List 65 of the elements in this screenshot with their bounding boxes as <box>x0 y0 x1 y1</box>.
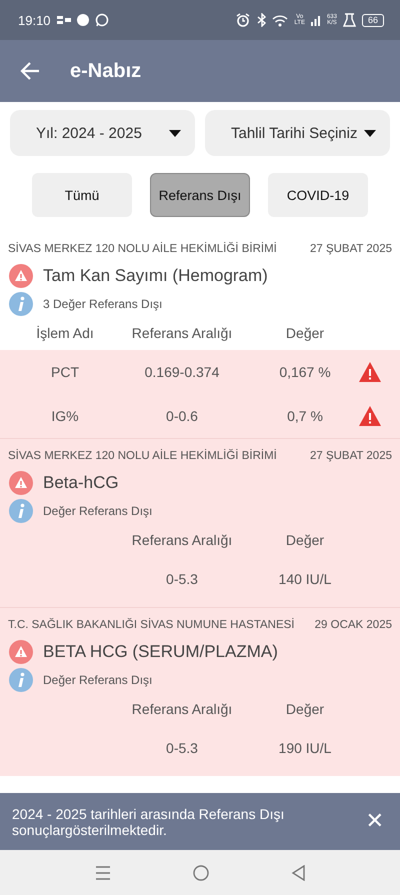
column-header: Referans Aralığı <box>130 701 234 717</box>
back-arrow-icon <box>20 61 40 81</box>
info-text: Değer Referans Dışı <box>43 673 152 687</box>
table-cell-text: 0-5.3 <box>165 740 199 756</box>
table-cell-text: IG% <box>50 408 80 424</box>
info-text: 3 Değer Referans Dışı <box>43 297 162 311</box>
table-cell-text: 190 IU/L <box>278 740 332 756</box>
table-cell-text: 0,7 % <box>286 408 324 424</box>
snackbar-message: 2024 - 2025 tarihleri arasında Referans Dışı sonuçlargösterilmektedir. <box>12 806 286 838</box>
dropdown-caret-icon <box>169 130 181 136</box>
dropdown[interactable]: Yıl: 2024 - 2025 <box>10 110 195 156</box>
info-icon <box>9 292 33 316</box>
source-name: T.C. SAĞLIK BAKANLIĞI SİVAS NUMUNE HASTANESİ <box>8 619 295 631</box>
nav-button[interactable] <box>94 864 110 880</box>
alert-icon <box>9 471 33 495</box>
alert-icon <box>9 640 33 664</box>
table-cell-text: 0-5.3 <box>165 571 199 587</box>
info-text: Değer Referans Dışı <box>43 504 152 518</box>
filter-tab[interactable]: COVID-19 <box>268 173 368 217</box>
signal-icon <box>310 14 321 26</box>
table-cell-text: 0,167 % <box>278 364 332 380</box>
wifi-icon <box>272 14 288 26</box>
column-header: Referans Aralığı <box>130 325 234 341</box>
bluetooth-icon <box>256 13 266 27</box>
source-name: SİVAS MERKEZ 120 NOLU AİLE HEKİMLİĞİ BİRİMİ <box>8 450 277 462</box>
flask-icon <box>342 13 356 27</box>
alarm-icon <box>236 13 250 27</box>
result-date: 27 ŞUBAT 2025 <box>310 450 392 462</box>
dropdown-caret-icon <box>364 130 376 136</box>
info-icon <box>9 499 33 523</box>
chat-icon <box>94 13 109 27</box>
battery-level: 66 <box>362 14 384 26</box>
test-title: Beta-hCG <box>43 473 119 493</box>
result-date: 29 OCAK 2025 <box>314 619 392 631</box>
result-date: 27 ŞUBAT 2025 <box>310 243 392 255</box>
table-cell-text: 0.169-0.374 <box>144 364 220 380</box>
clock-time: 19:10 <box>18 12 51 28</box>
back-icon <box>290 864 306 880</box>
close-button[interactable]: ✕ <box>362 809 388 834</box>
app-title: e-Nabız <box>70 60 142 82</box>
warning-icon <box>358 405 382 427</box>
alert-icon <box>9 264 33 288</box>
dropdown[interactable]: Tahlil Tarihi Seçiniz <box>205 110 390 156</box>
table-cell-text: 0-0.6 <box>165 408 199 424</box>
column-header: İşlem Adı <box>35 325 95 341</box>
table-cell-text: 140 IU/L <box>278 571 332 587</box>
test-title: Tam Kan Sayımı (Hemogram) <box>43 266 268 286</box>
column-header: Değer <box>284 701 326 717</box>
home-icon <box>192 864 208 880</box>
column-header: Referans Aralığı <box>130 532 234 548</box>
back-button[interactable] <box>20 61 40 81</box>
filter-tab[interactable]: Tümü <box>32 173 132 217</box>
info-icon <box>9 668 33 692</box>
source-name: SİVAS MERKEZ 120 NOLU AİLE HEKİMLİĞİ BİRİMİ <box>8 243 277 255</box>
data-icon <box>56 14 71 26</box>
column-header: Değer <box>284 532 326 548</box>
test-title: BETA HCG (SERUM/PLAZMA) <box>43 642 278 662</box>
table-cell-text: PCT <box>50 364 80 380</box>
warning-icon <box>358 361 382 383</box>
dot-icon <box>76 14 89 26</box>
column-header: Değer <box>284 325 326 341</box>
nav-button[interactable] <box>192 864 208 880</box>
nav-button[interactable] <box>290 864 306 880</box>
menu-icon <box>94 864 110 880</box>
filter-tab[interactable]: Referans Dışı <box>150 173 250 217</box>
